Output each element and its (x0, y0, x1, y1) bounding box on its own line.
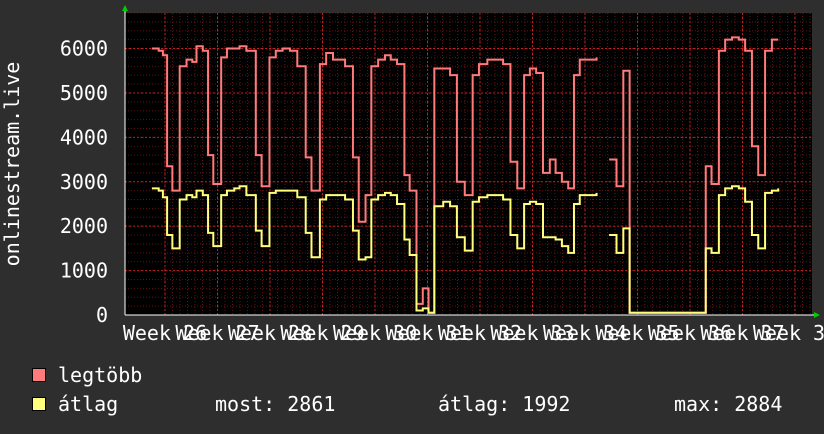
y-tick-label: 0 (96, 303, 108, 327)
y-tick-label: 4000 (60, 125, 108, 149)
plot-area (125, 13, 812, 315)
y-axis-label: onlinestream.live (0, 62, 24, 267)
legend-swatch-legtobb (32, 368, 46, 382)
legend-label-atlag: átlag (58, 392, 119, 416)
y-tick-label: 1000 (60, 259, 108, 283)
stat-max: max: 2884 (674, 392, 783, 416)
y-tick-label: 2000 (60, 214, 108, 238)
x-tick-label: Week 38 (753, 321, 824, 345)
y-tick-label: 6000 (60, 37, 108, 61)
y-tick-label: 3000 (60, 170, 108, 194)
stat-average: átlag: 1992 (438, 392, 571, 416)
legend-label-legtobb: legtöbb (58, 363, 143, 387)
legend-swatch-atlag (32, 397, 46, 411)
stat-current: most: 2861 (215, 392, 336, 416)
y-tick-label: 5000 (60, 81, 108, 105)
legend-item-legtobb: legtöbb (32, 363, 142, 387)
x-axis-arrow (814, 312, 820, 318)
legend-item-atlag: átlag (32, 392, 118, 416)
y-axis-arrow (122, 5, 128, 11)
